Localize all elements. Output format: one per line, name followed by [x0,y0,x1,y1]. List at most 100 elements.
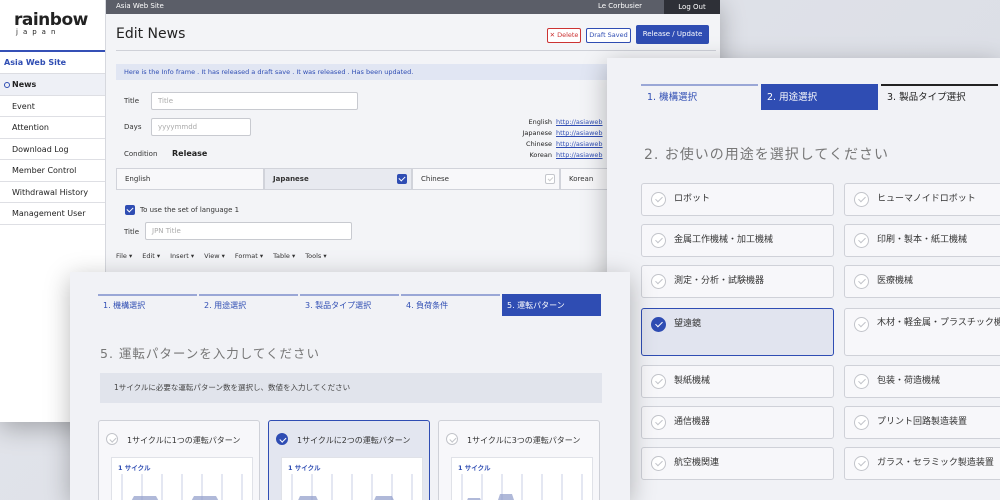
instruction-note: 1サイクルに必要な運転パターン数を選択し、数値を入力してください [100,373,602,403]
option-packaging[interactable]: 包装・荷造機械 [844,365,1000,398]
pattern-card-1[interactable]: 1サイクルに1つの運転パターン 1 サイクル [98,420,260,500]
step-2[interactable]: 2. 用途選択 [761,84,878,110]
lang-link-chinese[interactable]: http://asiaweb [556,140,603,148]
option-measurement[interactable]: 測定・分析・試験機器 [641,265,834,298]
check-icon [651,374,666,389]
tab-japanese[interactable]: Japanese [264,168,412,190]
check-icon [651,317,666,332]
menu-tools[interactable]: Tools ▾ [305,252,326,260]
step-1[interactable]: 1. 機構選択 [641,84,758,110]
check-icon [854,233,869,248]
check-icon [106,433,118,445]
use-language-set-label: To use the set of language 1 [140,206,240,214]
lang-row-korean: Korean http://asiaweb [529,151,603,159]
check-icon [854,274,869,289]
operation-pattern-panel: 1. 機構選択 2. 用途選択 3. 製品タイプ選択 4. 負荷条件 5. 運転… [70,272,630,500]
application-select-panel: 1. 機構選択 2. 用途選択 3. 製品タイプ選択 2. お使いの用途を選択し… [607,58,1000,500]
pattern-card-3[interactable]: 1サイクルに3つの運転パターン 1 サイクル [438,420,600,500]
site-name: Asia Web Site [0,52,105,74]
option-humanoid-robot[interactable]: ヒューマノイドロボット [844,183,1000,216]
option-glass-ceramic[interactable]: ガラス・セラミック製造装置 [844,447,1000,480]
check-icon [446,433,458,445]
pattern-card-2[interactable]: 1サイクルに2つの運転パターン 1 サイクル [268,420,430,500]
cycle-graph: 1 サイクル [451,457,593,500]
condition-value: Release [172,149,208,158]
option-communication[interactable]: 通信機器 [641,406,834,439]
step-1[interactable]: 1. 機構選択 [98,294,197,316]
sidebar-item-withdrawal-history[interactable]: Withdrawal History [0,182,105,203]
tab-chinese[interactable]: Chinese [412,168,560,190]
jpn-title-label: Title [124,228,140,236]
tab-english[interactable]: English [116,168,264,190]
pattern-graph [121,474,243,500]
option-printing[interactable]: 印刷・製本・紙工機械 [844,224,1000,257]
lang-link-japanese[interactable]: http://asiaweb [556,129,603,137]
lang-row-chinese: Chinese http://asiaweb [526,140,603,148]
section-heading: 5. 運転パターンを入力してください [100,346,321,361]
option-medical[interactable]: 医療機械 [844,265,1000,298]
menu-edit[interactable]: Edit ▾ [142,252,160,260]
check-icon [651,233,666,248]
menu-view[interactable]: View ▾ [204,252,225,260]
step-2[interactable]: 2. 用途選択 [199,294,298,316]
sidebar-item-news[interactable]: News [0,74,105,96]
section-heading: 2. お使いの用途を選択してください [644,147,889,163]
cycle-graph: 1 サイクル [111,457,253,500]
sidebar-item-member-control[interactable]: Member Control [0,160,105,182]
use-language-set-checkbox[interactable] [125,205,135,215]
check-icon [651,415,666,430]
days-input[interactable]: yyyymmdd [151,118,251,136]
japanese-checkbox[interactable] [397,174,407,184]
step-3[interactable]: 3. 製品タイプ選択 [881,84,998,110]
pattern-graph [461,474,583,500]
menu-table[interactable]: Table ▾ [273,252,295,260]
sidebar-item-event[interactable]: Event [0,96,105,117]
option-pcb[interactable]: プリント回路製造装置 [844,406,1000,439]
step-progress: 1. 機構選択 2. 用途選択 3. 製品タイプ選択 4. 負荷条件 5. 運転… [98,294,602,316]
check-icon [276,433,288,445]
sidebar-item-download-log[interactable]: Download Log [0,139,105,160]
option-metalworking[interactable]: 金属工作機械・加工機械 [641,224,834,257]
step-3[interactable]: 3. 製品タイプ選択 [300,294,399,316]
release-update-button[interactable]: Release / Update [636,25,709,44]
topbar-site[interactable]: Asia Web Site [116,2,164,10]
days-label: Days [124,123,142,131]
option-aircraft[interactable]: 航空機関連 [641,447,834,480]
cycle-graph: 1 サイクル [281,457,423,500]
topbar-user[interactable]: Le Corbusier [598,2,642,10]
editor-menubar: File ▾ Edit ▾ Insert ▾ View ▾ Format ▾ Table … [116,252,616,268]
chinese-checkbox[interactable] [545,174,555,184]
step-5[interactable]: 5. 運転パターン [502,294,601,316]
divider [116,50,716,51]
step-4[interactable]: 4. 負荷条件 [401,294,500,316]
check-icon [651,274,666,289]
menu-format[interactable]: Format ▾ [235,252,263,260]
logo[interactable]: rainbow japan [0,0,105,52]
condition-label: Condition [124,150,158,158]
check-icon [854,317,869,332]
menu-file[interactable]: File ▾ [116,252,132,260]
check-icon [651,456,666,471]
menu-insert[interactable]: Insert ▾ [170,252,194,260]
check-icon [854,456,869,471]
step-progress: 1. 機構選択 2. 用途選択 3. 製品タイプ選択 [641,84,1000,110]
option-telescope[interactable]: 望遠鏡 [641,308,834,356]
info-frame: Here is the Info frame . It has released… [116,64,616,80]
lang-link-korean[interactable]: http://asiaweb [556,151,603,159]
sidebar-item-management-user[interactable]: Management User [0,203,105,225]
option-robot[interactable]: ロボット [641,183,834,216]
pattern-graph [291,474,413,500]
sidebar-item-attention[interactable]: Attention [0,117,105,139]
option-wood-plastic[interactable]: 木材・軽金属・プラスチック機械 [844,308,1000,356]
check-icon [854,192,869,207]
delete-button[interactable]: ✕ Delete [547,28,581,43]
check-icon [854,415,869,430]
title-input[interactable]: Title [151,92,358,110]
check-icon [854,374,869,389]
draft-saved-button[interactable]: Draft Saved [586,28,631,43]
jpn-title-input[interactable]: JPN Title [145,222,352,240]
logout-button[interactable]: Log Out [664,0,720,14]
option-papermaking[interactable]: 製紙機械 [641,365,834,398]
lang-link-english[interactable]: http://asiaweb [556,118,603,126]
lang-row-english: English http://asiaweb [528,118,603,126]
